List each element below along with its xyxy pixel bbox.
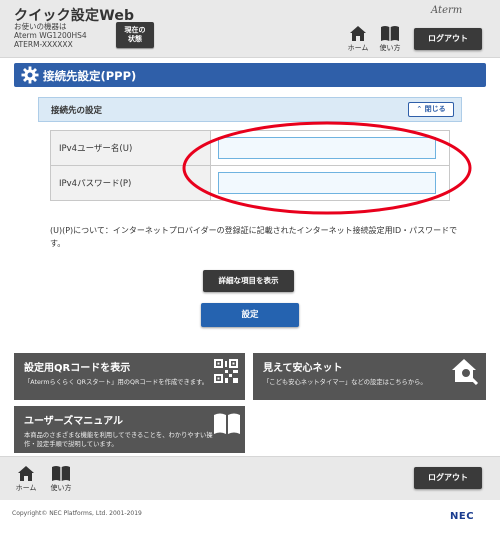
book-icon <box>381 26 399 41</box>
home-icon <box>18 466 34 481</box>
password-label: IPv4パスワード(P) <box>50 165 211 201</box>
username-label: IPv4ユーザー名(U) <box>50 130 211 166</box>
qr-card-description: 「Atermらくらく QRスタート」用のQRコードを作成できます。 <box>24 379 209 386</box>
house-search-icon <box>452 359 479 385</box>
home-nav-label: ホーム <box>347 44 369 52</box>
username-input[interactable] <box>218 137 436 159</box>
footer-home-nav[interactable]: ホーム <box>10 465 42 493</box>
manual-card-description: 本商品のさまざまな機能を利用してできることを、わかりやすい操 作・設定手順で説明… <box>24 431 213 449</box>
footer-usage-label: 使い方 <box>50 484 72 492</box>
safety-card-title: 見えて安心ネット <box>263 363 343 374</box>
nec-logo: NEC <box>450 511 475 522</box>
connection-form: IPv4ユーザー名(U) IPv4パスワード(P) <box>50 130 450 201</box>
chevron-up-icon: ⌃ <box>416 105 423 113</box>
apply-button[interactable]: 設定 <box>201 303 299 327</box>
device-id: ATERM-XXXXXX <box>14 40 73 49</box>
gear-icon <box>21 66 39 84</box>
credentials-note: (U)(P)について：インターネットプロバイダーの登録証に記載されたインターネッ… <box>50 226 458 248</box>
collapse-button-label: 閉じる <box>424 105 446 113</box>
manual-desc-line: 作・設定手順で説明しています。 <box>24 441 118 448</box>
book-icon <box>52 466 70 481</box>
footer-usage-nav[interactable]: 使い方 <box>45 465 77 493</box>
manual-desc-line: 本商品のさまざまな機能を利用してできることを、わかりやすい操 <box>24 432 213 439</box>
device-info: お使いの機器は Aterm WG1200HS4 ATERM-XXXXXX <box>14 22 87 49</box>
header: クイック設定Web お使いの機器は Aterm WG1200HS4 ATERM-… <box>0 0 500 58</box>
form-row-username: IPv4ユーザー名(U) <box>50 130 450 166</box>
home-icon <box>350 26 366 41</box>
qr-code-card[interactable]: 設定用QRコードを表示 「Atermらくらく QRスタート」用のQRコードを作成… <box>14 353 245 400</box>
device-model: Aterm WG1200HS4 <box>14 31 87 40</box>
show-details-button[interactable]: 詳細な項目を表示 <box>203 270 294 292</box>
form-row-password: IPv4パスワード(P) <box>50 165 450 201</box>
password-input[interactable] <box>218 172 436 194</box>
current-status-button[interactable]: 現在の 状態 <box>116 22 154 48</box>
usage-nav-label: 使い方 <box>379 44 401 52</box>
section-header: 接続先の設定 ⌃ 閉じる <box>38 97 462 122</box>
copyright-text: Copyright© NEC Platforms, Ltd. 2001-2019 <box>12 510 142 517</box>
status-button-label-2: 状態 <box>128 35 142 43</box>
qr-card-title: 設定用QRコードを表示 <box>24 363 131 374</box>
open-book-icon <box>214 413 240 434</box>
safety-card-description: 「こども安心ネットタイマー」などの設定はこちらから。 <box>263 379 427 386</box>
device-info-line: お使いの機器は <box>14 22 67 31</box>
qr-code-icon <box>214 359 238 383</box>
status-button-label-1: 現在の <box>124 26 146 34</box>
collapse-button[interactable]: ⌃ 閉じる <box>408 102 454 117</box>
logout-button[interactable]: ログアウト <box>414 28 482 50</box>
home-nav[interactable]: ホーム <box>342 25 374 53</box>
manual-card-title: ユーザーズマニュアル <box>24 416 123 427</box>
section-title: 接続先の設定 <box>51 106 103 116</box>
footer-logout-button[interactable]: ログアウト <box>414 467 482 489</box>
user-manual-card[interactable]: ユーザーズマニュアル 本商品のさまざまな機能を利用してできることを、わかりやすい… <box>14 406 245 453</box>
safety-net-card[interactable]: 見えて安心ネット 「こども安心ネットタイマー」などの設定はこちらから。 <box>253 353 486 400</box>
footer-home-label: ホーム <box>15 484 37 492</box>
page-title-bar: 接続先設定(PPP) <box>14 63 486 87</box>
usage-nav[interactable]: 使い方 <box>374 25 406 53</box>
footer: ホーム 使い方 ログアウト <box>0 456 500 500</box>
page-title: 接続先設定(PPP) <box>43 69 137 83</box>
brand-logo: Aterm <box>431 5 463 16</box>
